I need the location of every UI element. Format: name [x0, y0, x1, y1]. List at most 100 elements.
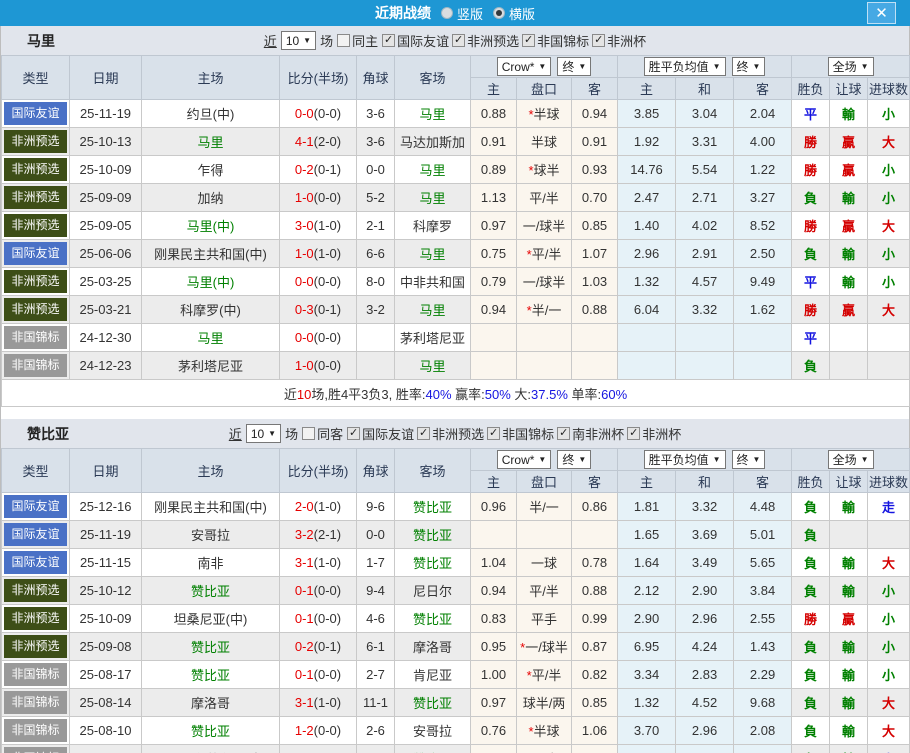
record-summary-row: 近10场,胜4平3负3, 胜率:40% 赢率:50% 大:37.5% 单率:60…: [2, 380, 910, 407]
filter-bar: 近 10 ▼ 场 同主 ✓ 国际友谊 ✓ 非洲预选 ✓ 非国锦标 ✓ 非洲杯: [264, 31, 646, 50]
match-score: 0-0(0-0): [280, 324, 357, 352]
handicap-value: *半/一: [517, 296, 572, 324]
result-outcome: 負: [792, 240, 830, 268]
corner-score: 4-6: [357, 605, 395, 633]
competition-type-badge: 非洲预选: [4, 298, 67, 321]
result-handicap: 贏: [830, 128, 868, 156]
radio-horizontal-mode[interactable]: 横版: [493, 4, 535, 23]
handicap-text: 一/球半: [523, 275, 566, 290]
result-handicap: [830, 352, 868, 380]
match-count-select[interactable]: 10 ▼: [281, 31, 316, 50]
checkbox-icon: ✓: [382, 34, 395, 47]
match-row: 国际友谊 25-11-19 约旦(中) 0-0(0-0) 3-6 马里 0.88…: [2, 100, 910, 128]
avg-type-value: 胜平负均值: [649, 451, 709, 468]
avg-lose-value: 9.68: [734, 689, 792, 717]
avg-lose-value: 3.58: [734, 745, 792, 753]
same-venue-filter[interactable]: 同客: [302, 424, 343, 443]
chevron-down-icon: ▼: [538, 455, 546, 464]
away-team: 肯尼亚: [395, 661, 471, 689]
home-team: 刚果民主共和国(中): [142, 493, 280, 521]
chevron-down-icon: ▼: [268, 429, 276, 438]
checkbox-icon: ✓: [557, 427, 570, 440]
avg-win-value: 2.12: [618, 577, 676, 605]
near-link[interactable]: 近: [229, 424, 242, 443]
competition-filter[interactable]: ✓ 非国锦标: [487, 424, 554, 443]
score-fulltime: 0-2: [295, 162, 314, 177]
odds-away-value: 0.99: [572, 605, 618, 633]
match-score: 1-2(0-0): [280, 717, 357, 745]
handicap-value: 球半/两: [517, 689, 572, 717]
corner-score: 0-0: [357, 156, 395, 184]
result-handicap: [830, 324, 868, 352]
away-team: 摩洛哥: [395, 633, 471, 661]
odds-home-value: 0.75: [471, 240, 517, 268]
competition-filter[interactable]: ✓ 非洲杯: [592, 31, 646, 50]
avg-state-select[interactable]: 终 ▼: [732, 450, 766, 469]
match-date: 25-10-12: [70, 577, 142, 605]
odds-state-select[interactable]: 终 ▼: [557, 450, 591, 469]
competition-filter[interactable]: ✓ 国际友谊: [382, 31, 449, 50]
match-date: 25-08-07: [70, 745, 142, 753]
result-goals: 小: [868, 156, 910, 184]
score-halftime: (1-0): [314, 555, 341, 570]
avg-draw-value: 2.83: [676, 661, 734, 689]
col-type: 类型: [2, 449, 70, 493]
avg-type-select[interactable]: 胜平负均值 ▼: [644, 57, 726, 76]
competition-filter[interactable]: ✓ 非洲预选: [417, 424, 484, 443]
home-team: 马里(中): [142, 212, 280, 240]
handicap-text: 半球: [534, 724, 560, 739]
match-date: 25-08-10: [70, 717, 142, 745]
competition-filter[interactable]: ✓ 南非洲杯: [557, 424, 624, 443]
odds-away-value: 0.85: [572, 689, 618, 717]
result-handicap: 輸: [830, 268, 868, 296]
match-count-select[interactable]: 10 ▼: [246, 424, 281, 443]
scope-select[interactable]: 全场 ▼: [828, 450, 874, 469]
odds-home-value: 0.94: [471, 296, 517, 324]
match-row: 非国锦标 24-12-23 茅利塔尼亚 1-0(0-0) 马里 負: [2, 352, 910, 380]
col-corner: 角球: [357, 449, 395, 493]
odds-home-value: [471, 352, 517, 380]
competition-filter[interactable]: ✓ 非国锦标: [522, 31, 589, 50]
avg-lose-value: 3.84: [734, 577, 792, 605]
score-halftime: (0-0): [314, 274, 341, 289]
home-team: 马里: [142, 324, 280, 352]
competition-type-badge: 非洲预选: [4, 214, 67, 237]
competition-filter[interactable]: ✓ 非洲杯: [627, 424, 681, 443]
competition-label: 非洲预选: [467, 31, 519, 50]
handicap-text: 平/半: [532, 247, 562, 262]
same-venue-filter[interactable]: 同主: [337, 31, 378, 50]
away-team: 尼日尔: [395, 577, 471, 605]
chevron-down-icon: ▼: [753, 62, 761, 71]
match-row: 非国锦标 25-08-10 赞比亚 1-2(0-0) 2-6 安哥拉 0.76 …: [2, 717, 910, 745]
odds-state-select[interactable]: 终 ▼: [557, 57, 591, 76]
summary-segment: 40%: [425, 387, 451, 402]
avg-draw-value: 4.02: [676, 212, 734, 240]
avg-win-value: 2.15: [618, 745, 676, 753]
home-team: 赞比亚: [142, 577, 280, 605]
summary-segment: 37.5%: [531, 387, 568, 402]
competition-filter[interactable]: ✓ 国际友谊: [347, 424, 414, 443]
checkbox-icon: [337, 34, 350, 47]
handicap-value: 一/球半: [517, 268, 572, 296]
col-score: 比分(半场): [280, 449, 357, 493]
scope-select[interactable]: 全场 ▼: [828, 57, 874, 76]
score-fulltime: 1-0: [295, 190, 314, 205]
scope-group-header: 全场 ▼: [792, 449, 910, 471]
competition-type-badge: 国际友谊: [4, 495, 67, 518]
result-handicap: 輸: [830, 577, 868, 605]
avg-state-select[interactable]: 终 ▼: [732, 57, 766, 76]
odds-state-value: 终: [562, 58, 574, 75]
close-button[interactable]: ✕: [867, 2, 896, 24]
avg-type-select[interactable]: 胜平负均值 ▼: [644, 450, 726, 469]
competition-filter[interactable]: ✓ 非洲预选: [452, 31, 519, 50]
avg-draw-value: 4.57: [676, 268, 734, 296]
odds-group-header: Crow* ▼ 终 ▼: [471, 449, 618, 471]
corner-score: 5-2: [357, 184, 395, 212]
radio-vertical-mode[interactable]: 竖版: [441, 4, 483, 23]
col-date: 日期: [70, 449, 142, 493]
home-team: 赞比亚: [142, 661, 280, 689]
odds-home-value: 0.88: [471, 100, 517, 128]
near-link[interactable]: 近: [264, 31, 277, 50]
odds-company-select[interactable]: Crow* ▼: [497, 450, 552, 469]
odds-company-select[interactable]: Crow* ▼: [497, 57, 552, 76]
